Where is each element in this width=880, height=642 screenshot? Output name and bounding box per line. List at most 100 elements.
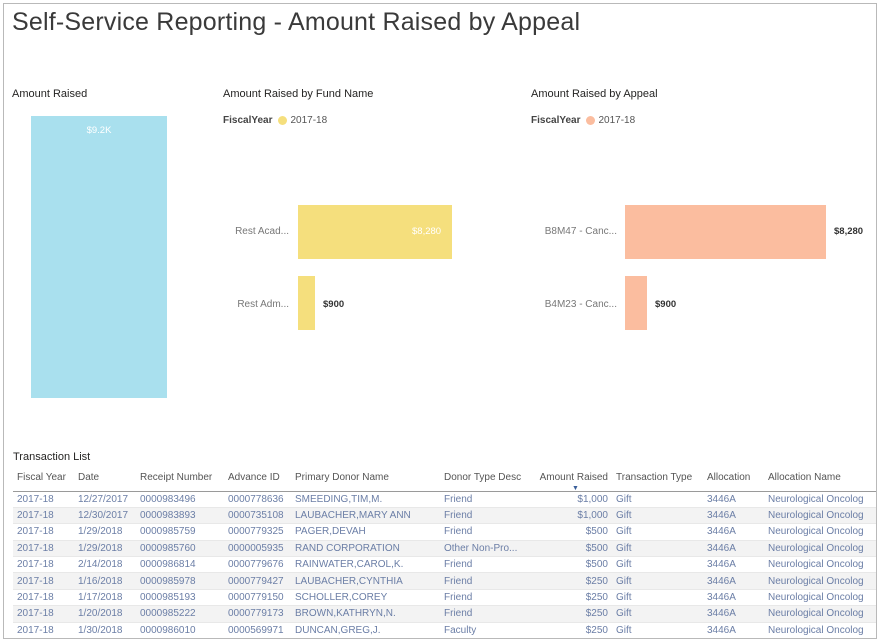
donor-name-cell: BROWN,KATHRYN,N.	[291, 605, 440, 623]
fund-category-label: Rest Adm...	[237, 299, 289, 310]
receipt-number-cell: 0000983893	[136, 507, 224, 525]
receipt-number-cell: 0000983496	[136, 491, 224, 508]
column-header-receipt-number[interactable]: Receipt Number	[136, 470, 224, 492]
column-header-amount-raised[interactable]: Amount Raised ▼	[532, 470, 612, 492]
advance-id-cell: 0000779427	[224, 572, 291, 590]
receipt-number-cell: 0000985222	[136, 605, 224, 623]
table-row[interactable]: 2017-18 1/16/2018 0000985978 0000779427 LAUB…	[13, 572, 876, 590]
table-row[interactable]: 2017-18 1/29/2018 0000985759 0000779325 PAGE…	[13, 523, 876, 541]
allocation-name-cell: Neurological Oncolog	[764, 589, 876, 607]
allocation-name-cell: Neurological Oncolog	[764, 507, 876, 525]
amount-cell: $250	[532, 622, 612, 638]
allocation-name-cell: Neurological Oncolog	[764, 540, 876, 558]
allocation-cell: 3446A	[703, 605, 764, 623]
allocation-cell: 3446A	[703, 540, 764, 558]
fund-value-label: $8,280	[412, 226, 442, 237]
allocation-cell: 3446A	[703, 589, 764, 607]
column-header-primary-donor-name[interactable]: Primary Donor Name	[291, 470, 440, 492]
donor-name-cell: RAINWATER,CAROL,K.	[291, 556, 440, 574]
table-row[interactable]: 2017-18 1/20/2018 0000985222 0000779173 BROW…	[13, 605, 876, 623]
allocation-name-cell: Neurological Oncolog	[764, 556, 876, 574]
amount-cell: $250	[532, 589, 612, 607]
table-row[interactable]: 2017-18 1/29/2018 0000985760 0000005935 RAND…	[13, 540, 876, 558]
fund-legend-swatch-icon	[278, 116, 288, 125]
sort-descending-icon: ▼	[572, 484, 579, 492]
date-cell: 1/16/2018	[74, 572, 136, 590]
receipt-number-cell: 0000985193	[136, 589, 224, 607]
transaction-list-title: Transaction List	[13, 451, 91, 463]
allocation-cell: 3446A	[703, 556, 764, 574]
appeal-chart-legend[interactable]: FiscalYear 2017-18	[531, 115, 635, 126]
fund-category-label: Rest Acad...	[235, 226, 289, 237]
allocation-name-cell: Neurological Oncolog	[764, 622, 876, 638]
appeal-bar-b4m23[interactable]	[625, 276, 647, 330]
allocation-name-cell: Neurological Oncolog	[764, 491, 876, 508]
advance-id-cell: 0000735108	[224, 507, 291, 525]
fiscal-year-cell: 2017-18	[13, 523, 74, 541]
fiscal-year-cell: 2017-18	[13, 507, 74, 525]
donor-type-cell: Friend	[440, 572, 532, 590]
amount-raised-value-label: $9.2K	[86, 125, 112, 136]
transaction-type-cell: Gift	[612, 572, 703, 590]
donor-name-cell: RAND CORPORATION	[291, 540, 440, 558]
receipt-number-cell: 0000985760	[136, 540, 224, 558]
appeal-value-label: $8,280	[834, 226, 864, 237]
advance-id-cell: 0000778636	[224, 491, 291, 508]
table-row[interactable]: 2017-18 1/17/2018 0000985193 0000779150 SCHO…	[13, 589, 876, 607]
date-cell: 1/30/2018	[74, 622, 136, 638]
fund-bar-rest-adm[interactable]	[298, 276, 315, 330]
column-header-transaction-type[interactable]: Transaction Type	[612, 470, 703, 492]
column-header-date[interactable]: Date	[74, 470, 136, 492]
appeal-legend-swatch-icon	[586, 116, 596, 125]
amount-raised-title: Amount Raised	[12, 88, 88, 100]
column-header-advance-id[interactable]: Advance ID	[224, 470, 291, 492]
date-cell: 1/29/2018	[74, 523, 136, 541]
date-cell: 12/30/2017	[74, 507, 136, 525]
amount-cell: $250	[532, 572, 612, 590]
appeal-legend-item: 2017-18	[598, 115, 636, 126]
receipt-number-cell: 0000985978	[136, 572, 224, 590]
donor-type-cell: Other Non-Pro...	[440, 540, 532, 558]
fiscal-year-cell: 2017-18	[13, 491, 74, 508]
allocation-cell: 3446A	[703, 491, 764, 508]
column-header-allocation[interactable]: Allocation	[703, 470, 764, 492]
table-row[interactable]: 2017-18 12/27/2017 0000983496 0000778636 SME…	[13, 491, 876, 508]
transaction-type-cell: Gift	[612, 491, 703, 508]
table-row[interactable]: 2017-18 1/30/2018 0000986010 0000569971 DUNC…	[13, 622, 876, 638]
donor-type-cell: Friend	[440, 523, 532, 541]
column-header-fiscal-year[interactable]: Fiscal Year	[13, 470, 74, 492]
amount-cell: $500	[532, 523, 612, 541]
column-header-allocation-name[interactable]: Allocation Name	[764, 470, 876, 492]
transaction-table: Fiscal Year Date Receipt Number Advance …	[13, 470, 876, 638]
allocation-cell: 3446A	[703, 572, 764, 590]
amount-raised-header-label: Amount Raised	[539, 472, 608, 483]
fiscal-year-cell: 2017-18	[13, 572, 74, 590]
fund-legend-item: 2017-18	[290, 115, 328, 126]
table-header-row: Fiscal Year Date Receipt Number Advance …	[13, 470, 876, 492]
donor-name-cell: LAUBACHER,MARY ANN	[291, 507, 440, 525]
appeal-bar-b8m47[interactable]	[625, 205, 826, 259]
date-cell: 1/17/2018	[74, 589, 136, 607]
allocation-name-cell: Neurological Oncolog	[764, 523, 876, 541]
report-canvas: Self-Service Reporting - Amount Raised b…	[3, 3, 877, 639]
fund-chart-legend[interactable]: FiscalYear 2017-18	[223, 115, 327, 126]
appeal-category-label: B4M23 - Canc...	[544, 299, 617, 310]
allocation-name-cell: Neurological Oncolog	[764, 605, 876, 623]
transaction-type-cell: Gift	[612, 540, 703, 558]
advance-id-cell: 0000779676	[224, 556, 291, 574]
amount-raised-bar[interactable]	[31, 116, 167, 398]
table-row[interactable]: 2017-18 2/14/2018 0000986814 0000779676 RAIN…	[13, 556, 876, 574]
fiscal-year-cell: 2017-18	[13, 605, 74, 623]
column-header-donor-type-desc[interactable]: Donor Type Desc	[440, 470, 532, 492]
appeal-category-label: B8M47 - Canc...	[544, 226, 617, 237]
fund-chart-title: Amount Raised by Fund Name	[223, 88, 374, 100]
table-row[interactable]: 2017-18 12/30/2017 0000983893 0000735108 LAU…	[13, 507, 876, 525]
donor-type-cell: Friend	[440, 507, 532, 525]
fiscal-year-cell: 2017-18	[13, 589, 74, 607]
appeal-value-label: $900	[655, 299, 677, 310]
allocation-cell: 3446A	[703, 622, 764, 638]
advance-id-cell: 0000005935	[224, 540, 291, 558]
donor-type-cell: Faculty	[440, 622, 532, 638]
receipt-number-cell: 0000986010	[136, 622, 224, 638]
date-cell: 1/29/2018	[74, 540, 136, 558]
